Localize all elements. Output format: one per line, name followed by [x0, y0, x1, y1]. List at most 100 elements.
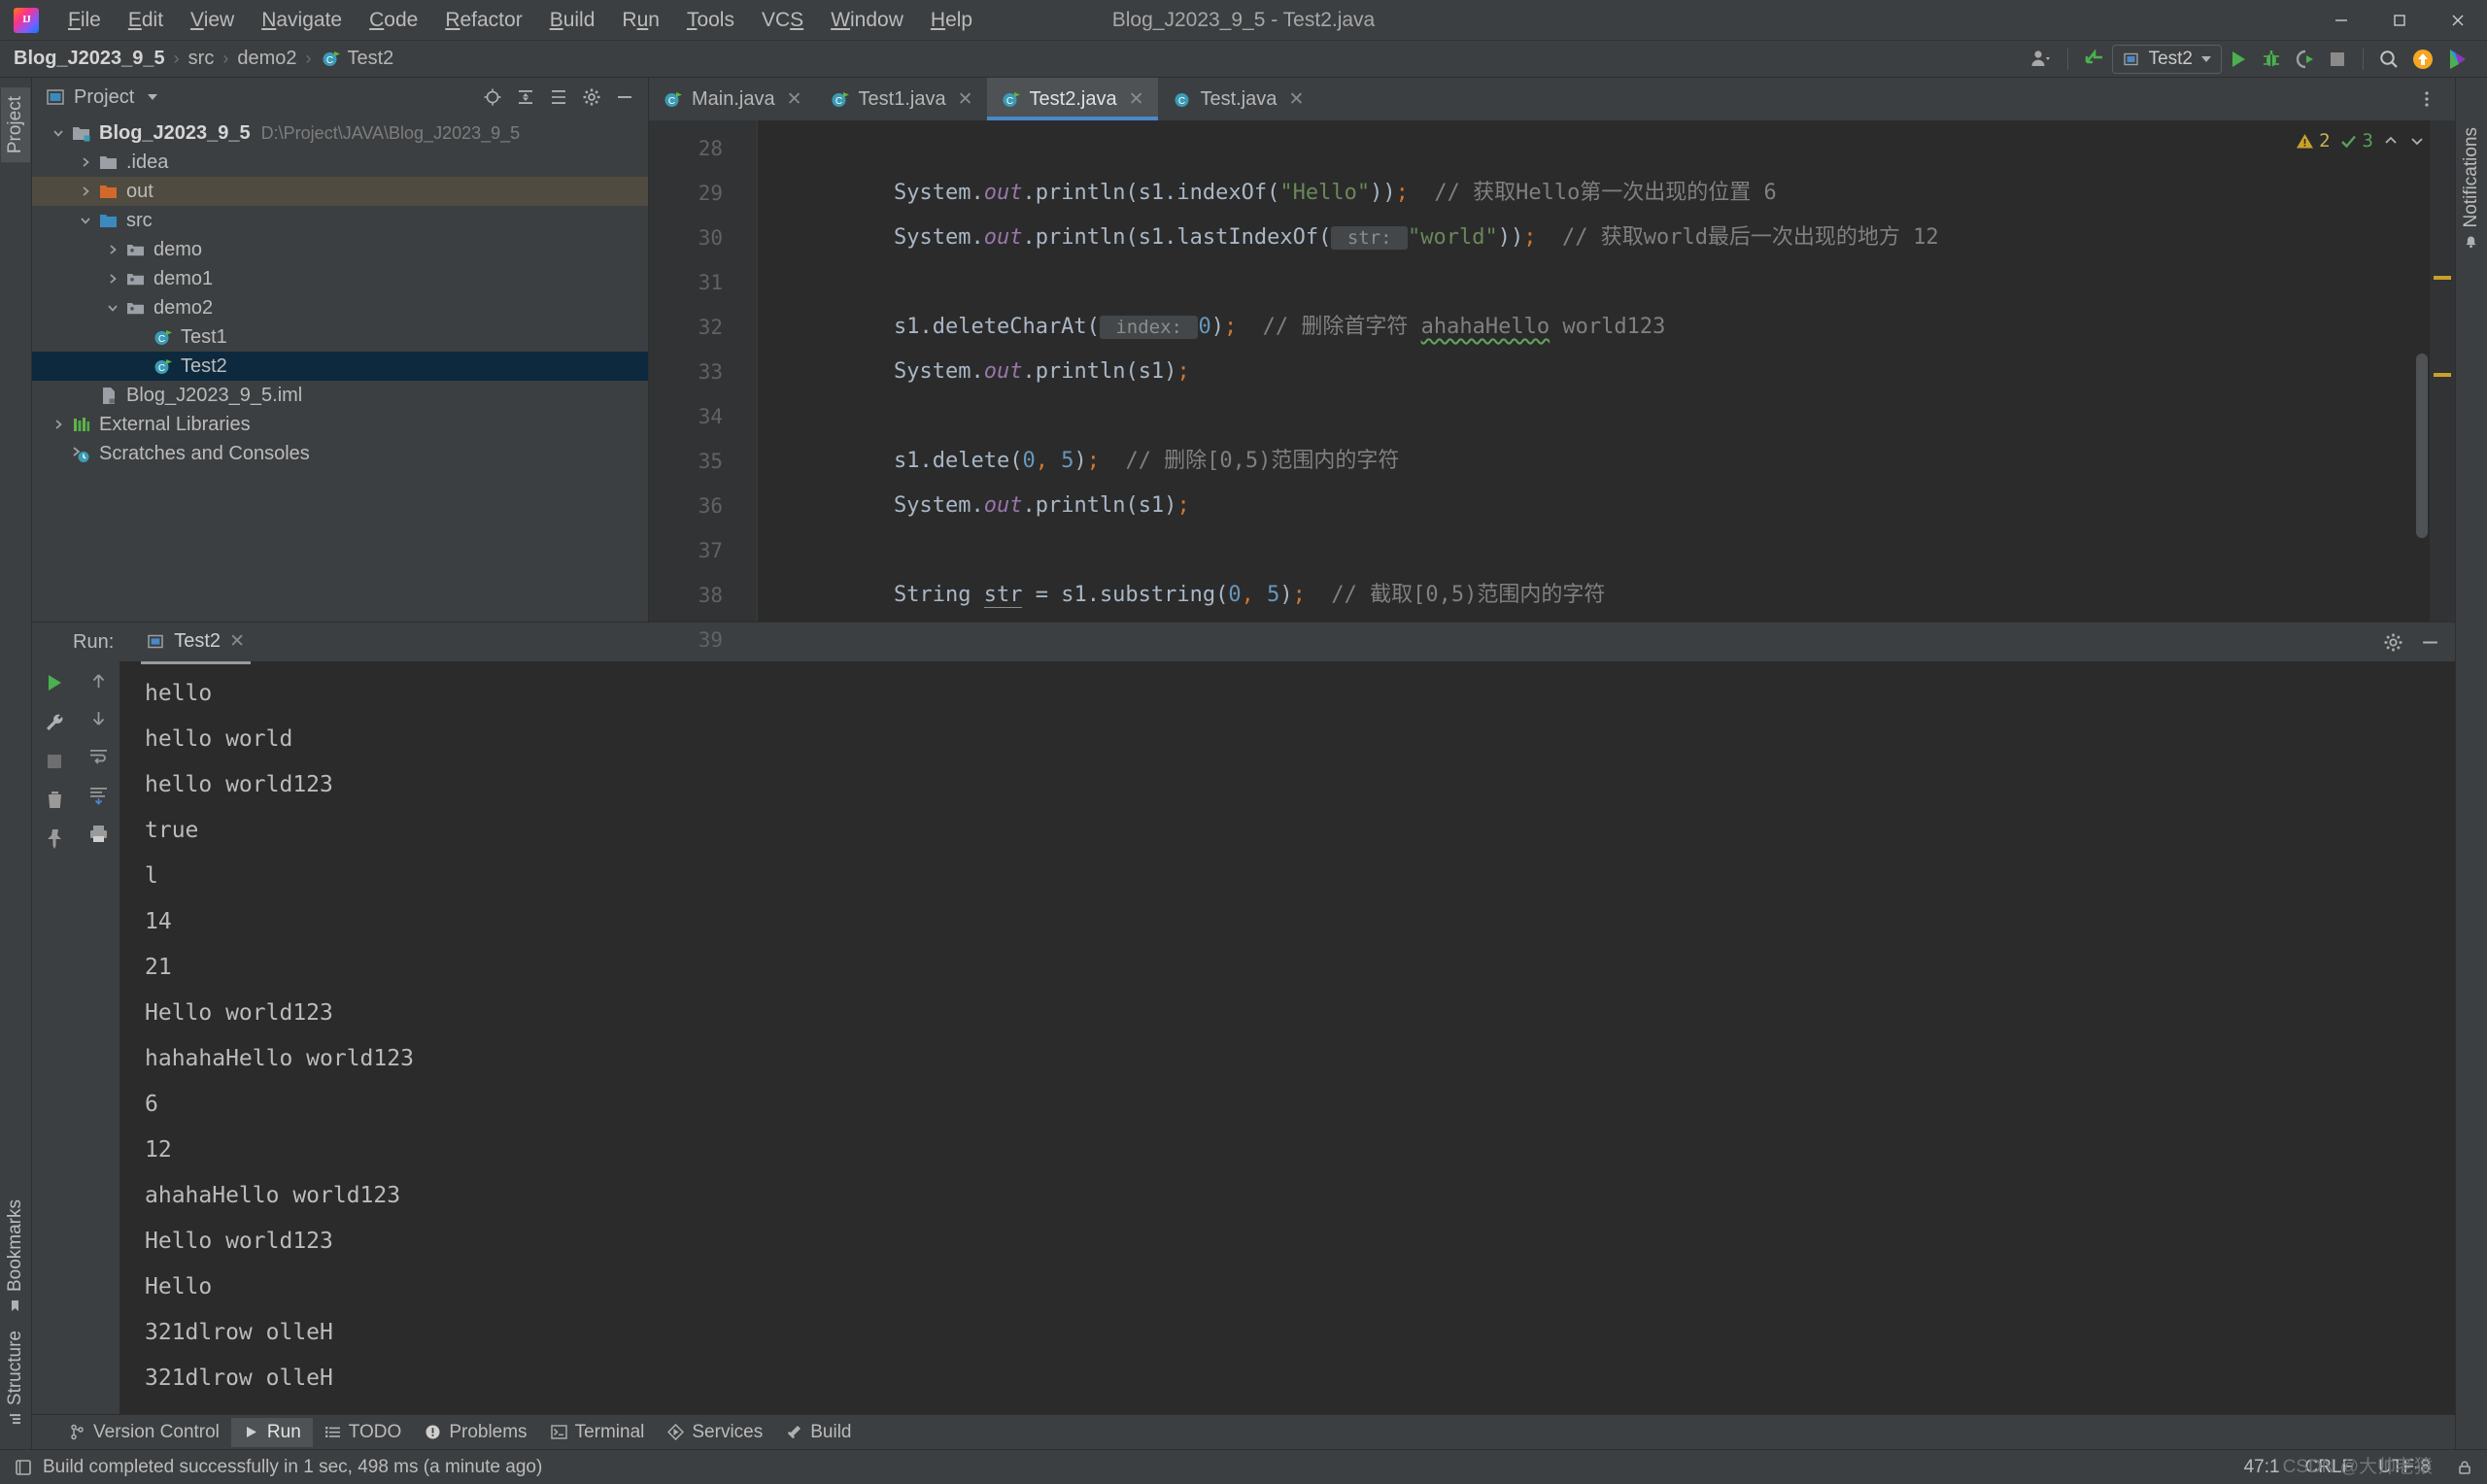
tree-node-demo2[interactable]: demo2 — [32, 293, 648, 322]
tool-window-tab-build[interactable]: Build — [774, 1418, 863, 1447]
tool-window-tab-terminal[interactable]: Terminal — [539, 1418, 657, 1447]
tree-node-blog-j2023-9-5-iml[interactable]: Blog_J2023_9_5.iml — [32, 381, 648, 410]
editor-vertical-scrollbar[interactable] — [2416, 354, 2428, 538]
sidebar-item-bookmarks[interactable]: Bookmarks — [1, 1191, 30, 1322]
run-session-tab[interactable]: Test2 ✕ — [141, 626, 251, 664]
breadcrumb-item-blog-j2023-9-5[interactable]: Blog_J2023_9_5 — [14, 48, 165, 70]
menu-build[interactable]: Build — [536, 5, 609, 36]
inspection-widget[interactable]: 2 3 — [2296, 130, 2426, 152]
minimize-panel-icon[interactable] — [2414, 627, 2445, 657]
chevron-up-icon[interactable] — [2382, 132, 2400, 150]
settings-wrench-icon[interactable] — [43, 711, 66, 734]
vcs-update-icon[interactable] — [2077, 43, 2112, 76]
gear-icon[interactable] — [576, 83, 607, 112]
sidebar-item-notifications[interactable]: Notifications — [2457, 118, 2486, 258]
editor-tab-main-java[interactable]: C Main.java ✕ — [649, 78, 816, 120]
menu-tools[interactable]: Tools — [673, 5, 748, 36]
tree-expand-arrow[interactable] — [100, 272, 125, 286]
minimize-button[interactable] — [2312, 0, 2370, 41]
lock-icon[interactable] — [2456, 1459, 2473, 1476]
gear-icon[interactable] — [2377, 627, 2408, 657]
tree-expand-arrow[interactable] — [46, 418, 71, 431]
soft-wrap-icon[interactable] — [87, 745, 110, 767]
console-output[interactable]: hello hello world hello world123 true l 14 21 H… — [119, 661, 2455, 1414]
tool-window-tab-todo[interactable]: TODO — [313, 1418, 414, 1447]
project-tree[interactable]: Blog_J2023_9_5 D:\Project\JAVA\Blog_J2023… — [32, 117, 648, 622]
tree-node-external-libraries[interactable]: External Libraries — [32, 410, 648, 439]
run-with-coverage-button[interactable] — [2288, 43, 2321, 76]
expand-all-icon[interactable] — [510, 83, 541, 112]
tree-expand-arrow[interactable] — [100, 301, 125, 315]
menu-code[interactable]: Code — [356, 5, 431, 36]
tree-expand-arrow[interactable] — [100, 243, 125, 256]
tree-node-out[interactable]: out — [32, 177, 648, 206]
menu-view[interactable]: View — [177, 5, 248, 36]
tool-window-tab-problems[interactable]: Problems — [413, 1418, 538, 1447]
menu-navigate[interactable]: Navigate — [248, 5, 356, 36]
scroll-down-icon[interactable] — [88, 708, 109, 728]
tree-node-scratches-and-consoles[interactable]: Scratches and Consoles — [32, 439, 648, 468]
run-button[interactable] — [2222, 43, 2255, 76]
sidebar-item-project[interactable]: Project — [1, 87, 30, 163]
tool-window-tab-services[interactable]: Services — [656, 1418, 774, 1447]
scroll-to-end-icon[interactable] — [87, 784, 110, 806]
tool-window-tab-run[interactable]: Run — [230, 1417, 313, 1447]
project-view-chevron-icon[interactable] — [148, 94, 158, 100]
close-icon[interactable]: ✕ — [229, 630, 245, 653]
ide-features-icon[interactable] — [2440, 43, 2475, 76]
stop-icon[interactable] — [44, 751, 65, 772]
breadcrumb-item-demo2[interactable]: demo2 — [237, 48, 296, 70]
maximize-button[interactable] — [2370, 0, 2429, 41]
menu-refactor[interactable]: Refactor — [431, 5, 535, 36]
close-button[interactable] — [2429, 0, 2487, 41]
collapse-all-icon[interactable] — [543, 83, 574, 112]
code-content[interactable]: System.out.println(s1.indexOf("Hello"));… — [758, 120, 2455, 622]
caret-position[interactable]: 47:1 — [2244, 1457, 2280, 1478]
rerun-icon[interactable] — [43, 671, 66, 694]
update-available-icon[interactable] — [2405, 43, 2440, 76]
select-opened-file-icon[interactable] — [477, 83, 508, 112]
close-icon[interactable]: ✕ — [1129, 88, 1144, 111]
print-icon[interactable] — [87, 823, 110, 845]
breadcrumb-item-src[interactable]: src — [188, 48, 215, 70]
tree-node-test2[interactable]: C Test2 — [32, 352, 648, 381]
chevron-down-nav-icon[interactable] — [2408, 132, 2426, 150]
tree-expand-arrow[interactable] — [73, 214, 98, 227]
tree-node-test1[interactable]: C Test1 — [32, 322, 648, 352]
tree-expand-arrow[interactable] — [73, 185, 98, 198]
tree-node--idea[interactable]: .idea — [32, 148, 648, 177]
tree-expand-arrow[interactable] — [73, 155, 98, 169]
scroll-up-icon[interactable] — [88, 671, 109, 691]
error-stripe-marker-panel[interactable] — [2430, 120, 2455, 622]
menu-edit[interactable]: Edit — [115, 5, 177, 36]
debug-button[interactable] — [2255, 43, 2288, 76]
console-line: 14 — [145, 909, 172, 934]
editor-tab-test-java[interactable]: C Test.java ✕ — [1158, 78, 1318, 120]
tree-node-src[interactable]: src — [32, 206, 648, 235]
editor-tab-test2-java[interactable]: C Test2.java ✕ — [986, 78, 1158, 120]
menu-vcs[interactable]: VCS — [748, 5, 817, 36]
run-configuration-selector[interactable]: Test2 — [2111, 44, 2222, 74]
tree-node-blog-j2023-9-5[interactable]: Blog_J2023_9_5 D:\Project\JAVA\Blog_J2023… — [32, 118, 648, 148]
menu-run[interactable]: Run — [608, 5, 673, 36]
hide-panel-icon[interactable] — [609, 83, 640, 112]
tool-window-tab-version-control[interactable]: Version Control — [57, 1418, 231, 1447]
user-account-icon[interactable] — [2024, 43, 2059, 76]
close-icon[interactable]: ✕ — [1288, 88, 1304, 111]
close-icon[interactable]: ✕ — [958, 88, 973, 111]
menu-file[interactable]: File — [54, 5, 115, 36]
breadcrumb-item-test2[interactable]: C Test2 — [321, 48, 393, 70]
close-icon[interactable]: ✕ — [787, 88, 802, 111]
editor-tabs-more-icon[interactable] — [2410, 83, 2443, 116]
tree-node-demo[interactable]: demo — [32, 235, 648, 264]
editor-tab-test1-java[interactable]: C Test1.java ✕ — [816, 78, 987, 120]
menu-help[interactable]: Help — [917, 5, 986, 36]
menu-window[interactable]: Window — [817, 5, 917, 36]
search-everywhere-icon[interactable] — [2372, 43, 2405, 76]
sidebar-item-structure[interactable]: Structure — [1, 1322, 30, 1435]
tree-node-demo1[interactable]: demo1 — [32, 264, 648, 293]
tree-expand-arrow[interactable] — [46, 126, 71, 140]
stop-button[interactable] — [2321, 43, 2354, 76]
trash-icon[interactable] — [44, 789, 66, 811]
pin-icon[interactable] — [44, 827, 66, 850]
